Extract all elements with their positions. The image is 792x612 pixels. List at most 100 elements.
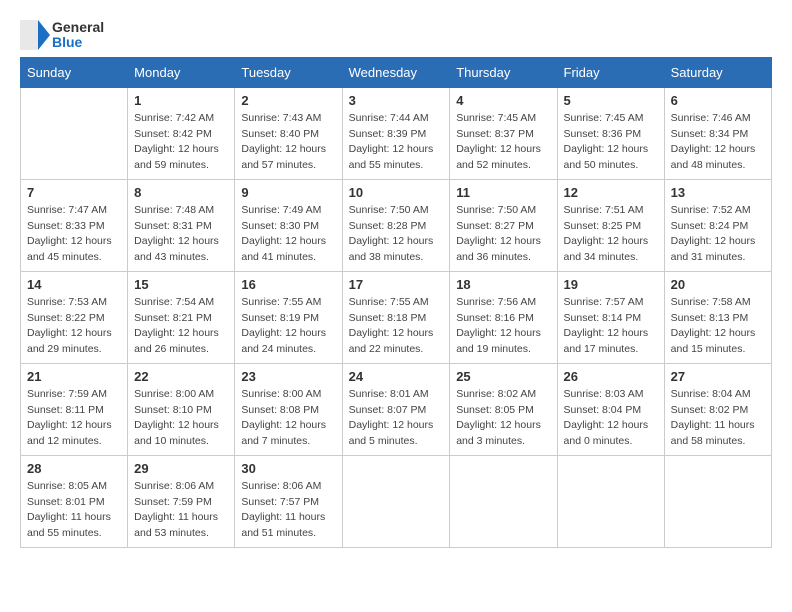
cell-1-6: 13 Sunrise: 7:52 AM Sunset: 8:24 PM Dayl… — [664, 179, 771, 271]
day-sunset: Sunset: 8:36 PM — [564, 127, 658, 143]
day-daylight: Daylight: 12 hours and 12 minutes. — [27, 418, 121, 450]
day-sunset: Sunset: 8:30 PM — [241, 219, 335, 235]
cell-2-5: 19 Sunrise: 7:57 AM Sunset: 8:14 PM Dayl… — [557, 271, 664, 363]
logo: GeneralBlue — [20, 20, 104, 51]
calendar-table: SundayMondayTuesdayWednesdayThursdayFrid… — [20, 57, 772, 548]
day-number: 21 — [27, 369, 121, 384]
cell-0-4: 4 Sunrise: 7:45 AM Sunset: 8:37 PM Dayli… — [450, 87, 557, 179]
cell-0-3: 3 Sunrise: 7:44 AM Sunset: 8:39 PM Dayli… — [342, 87, 450, 179]
week-row-2: 7 Sunrise: 7:47 AM Sunset: 8:33 PM Dayli… — [21, 179, 772, 271]
day-daylight: Daylight: 12 hours and 10 minutes. — [134, 418, 228, 450]
day-number: 20 — [671, 277, 765, 292]
day-number: 22 — [134, 369, 228, 384]
week-row-1: 1 Sunrise: 7:42 AM Sunset: 8:42 PM Dayli… — [21, 87, 772, 179]
day-sunset: Sunset: 8:08 PM — [241, 403, 335, 419]
day-sunset: Sunset: 8:19 PM — [241, 311, 335, 327]
day-sunrise: Sunrise: 7:59 AM — [27, 387, 121, 403]
day-sunset: Sunset: 8:27 PM — [456, 219, 550, 235]
day-sunrise: Sunrise: 7:46 AM — [671, 111, 765, 127]
day-daylight: Daylight: 12 hours and 7 minutes. — [241, 418, 335, 450]
day-sunset: Sunset: 8:34 PM — [671, 127, 765, 143]
day-sunset: Sunset: 8:10 PM — [134, 403, 228, 419]
day-sunrise: Sunrise: 8:04 AM — [671, 387, 765, 403]
weekday-monday: Monday — [128, 57, 235, 87]
day-sunrise: Sunrise: 7:50 AM — [456, 203, 550, 219]
day-number: 2 — [241, 93, 335, 108]
day-sunrise: Sunrise: 8:06 AM — [241, 479, 335, 495]
day-sunset: Sunset: 8:14 PM — [564, 311, 658, 327]
day-sunrise: Sunrise: 7:42 AM — [134, 111, 228, 127]
day-number: 3 — [349, 93, 444, 108]
weekday-tuesday: Tuesday — [235, 57, 342, 87]
day-sunset: Sunset: 7:57 PM — [241, 495, 335, 511]
day-number: 8 — [134, 185, 228, 200]
week-row-4: 21 Sunrise: 7:59 AM Sunset: 8:11 PM Dayl… — [21, 363, 772, 455]
day-sunset: Sunset: 8:21 PM — [134, 311, 228, 327]
day-number: 29 — [134, 461, 228, 476]
day-number: 19 — [564, 277, 658, 292]
day-daylight: Daylight: 12 hours and 59 minutes. — [134, 142, 228, 174]
day-sunrise: Sunrise: 8:01 AM — [349, 387, 444, 403]
day-number: 14 — [27, 277, 121, 292]
day-daylight: Daylight: 11 hours and 58 minutes. — [671, 418, 765, 450]
cell-1-2: 9 Sunrise: 7:49 AM Sunset: 8:30 PM Dayli… — [235, 179, 342, 271]
cell-3-3: 24 Sunrise: 8:01 AM Sunset: 8:07 PM Dayl… — [342, 363, 450, 455]
day-sunrise: Sunrise: 7:49 AM — [241, 203, 335, 219]
day-number: 18 — [456, 277, 550, 292]
day-sunrise: Sunrise: 8:03 AM — [564, 387, 658, 403]
day-sunset: Sunset: 8:11 PM — [27, 403, 121, 419]
day-number: 12 — [564, 185, 658, 200]
logo-blue-label: Blue — [52, 35, 104, 50]
day-sunrise: Sunrise: 7:55 AM — [349, 295, 444, 311]
cell-4-6 — [664, 455, 771, 547]
cell-1-1: 8 Sunrise: 7:48 AM Sunset: 8:31 PM Dayli… — [128, 179, 235, 271]
day-sunset: Sunset: 8:37 PM — [456, 127, 550, 143]
day-daylight: Daylight: 12 hours and 31 minutes. — [671, 234, 765, 266]
cell-3-2: 23 Sunrise: 8:00 AM Sunset: 8:08 PM Dayl… — [235, 363, 342, 455]
cell-4-4 — [450, 455, 557, 547]
day-sunrise: Sunrise: 7:54 AM — [134, 295, 228, 311]
day-number: 24 — [349, 369, 444, 384]
day-number: 27 — [671, 369, 765, 384]
day-daylight: Daylight: 11 hours and 55 minutes. — [27, 510, 121, 542]
day-sunset: Sunset: 8:40 PM — [241, 127, 335, 143]
cell-3-4: 25 Sunrise: 8:02 AM Sunset: 8:05 PM Dayl… — [450, 363, 557, 455]
day-daylight: Daylight: 12 hours and 22 minutes. — [349, 326, 444, 358]
cell-0-5: 5 Sunrise: 7:45 AM Sunset: 8:36 PM Dayli… — [557, 87, 664, 179]
day-sunset: Sunset: 8:01 PM — [27, 495, 121, 511]
day-number: 13 — [671, 185, 765, 200]
day-number: 9 — [241, 185, 335, 200]
day-sunrise: Sunrise: 7:51 AM — [564, 203, 658, 219]
day-number: 16 — [241, 277, 335, 292]
cell-2-3: 17 Sunrise: 7:55 AM Sunset: 8:18 PM Dayl… — [342, 271, 450, 363]
week-row-5: 28 Sunrise: 8:05 AM Sunset: 8:01 PM Dayl… — [21, 455, 772, 547]
day-sunset: Sunset: 8:33 PM — [27, 219, 121, 235]
day-sunrise: Sunrise: 8:02 AM — [456, 387, 550, 403]
day-daylight: Daylight: 11 hours and 53 minutes. — [134, 510, 228, 542]
day-number: 11 — [456, 185, 550, 200]
day-number: 7 — [27, 185, 121, 200]
cell-0-2: 2 Sunrise: 7:43 AM Sunset: 8:40 PM Dayli… — [235, 87, 342, 179]
day-sunset: Sunset: 8:24 PM — [671, 219, 765, 235]
day-daylight: Daylight: 12 hours and 52 minutes. — [456, 142, 550, 174]
cell-3-1: 22 Sunrise: 8:00 AM Sunset: 8:10 PM Dayl… — [128, 363, 235, 455]
day-sunrise: Sunrise: 8:05 AM — [27, 479, 121, 495]
day-daylight: Daylight: 12 hours and 15 minutes. — [671, 326, 765, 358]
cell-3-0: 21 Sunrise: 7:59 AM Sunset: 8:11 PM Dayl… — [21, 363, 128, 455]
day-sunrise: Sunrise: 7:55 AM — [241, 295, 335, 311]
day-sunset: Sunset: 8:22 PM — [27, 311, 121, 327]
day-sunrise: Sunrise: 7:57 AM — [564, 295, 658, 311]
cell-4-2: 30 Sunrise: 8:06 AM Sunset: 7:57 PM Dayl… — [235, 455, 342, 547]
day-sunrise: Sunrise: 8:00 AM — [134, 387, 228, 403]
day-daylight: Daylight: 12 hours and 29 minutes. — [27, 326, 121, 358]
day-daylight: Daylight: 12 hours and 24 minutes. — [241, 326, 335, 358]
day-sunrise: Sunrise: 7:45 AM — [564, 111, 658, 127]
cell-1-0: 7 Sunrise: 7:47 AM Sunset: 8:33 PM Dayli… — [21, 179, 128, 271]
weekday-saturday: Saturday — [664, 57, 771, 87]
day-number: 5 — [564, 93, 658, 108]
day-sunset: Sunset: 8:07 PM — [349, 403, 444, 419]
day-sunset: Sunset: 8:39 PM — [349, 127, 444, 143]
day-sunrise: Sunrise: 7:45 AM — [456, 111, 550, 127]
day-sunrise: Sunrise: 8:00 AM — [241, 387, 335, 403]
cell-1-4: 11 Sunrise: 7:50 AM Sunset: 8:27 PM Dayl… — [450, 179, 557, 271]
